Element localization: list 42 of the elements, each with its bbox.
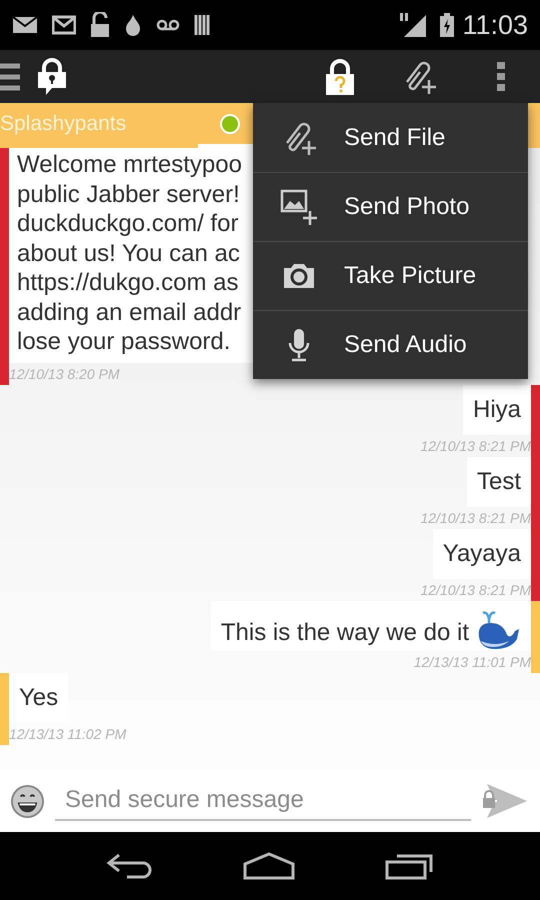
smiley-icon[interactable] xyxy=(10,784,45,818)
barcode-icon xyxy=(194,14,212,36)
charging-battery-icon xyxy=(440,13,454,37)
recent-apps-icon[interactable] xyxy=(385,852,435,880)
message-timestamp: 12/10/13 8:20 PM xyxy=(9,364,120,384)
lock-send-icon[interactable] xyxy=(483,782,527,820)
message-text: Hiya xyxy=(472,394,521,424)
menu-item[interactable]: Take Picture xyxy=(253,241,528,310)
message-text: Test xyxy=(476,466,521,496)
voicemail-icon xyxy=(156,19,180,31)
message-text: https://dukgo.com as xyxy=(17,268,240,298)
menu-item[interactable]: Send File xyxy=(253,103,528,172)
message-timestamp: 12/10/13 8:21 PM xyxy=(420,436,531,456)
message-timestamp: 12/13/13 11:01 PM xyxy=(414,652,531,672)
message-text: Welcome mrtestypoo xyxy=(17,150,243,180)
unlocked-padlock-icon xyxy=(90,12,110,38)
message-text: Yayaya xyxy=(442,538,521,568)
home-icon[interactable] xyxy=(243,852,295,880)
message-text: about us! You can ac xyxy=(17,238,241,268)
message-timestamp: 12/13/13 11:02 PM xyxy=(9,724,126,744)
menu-icon[interactable] xyxy=(0,62,22,92)
padlock-question-icon[interactable] xyxy=(325,58,355,94)
message-text: public Jabber server! xyxy=(17,180,241,209)
message-text: adding an email addr xyxy=(17,298,242,327)
camera-icon xyxy=(282,262,316,290)
image-plus-icon xyxy=(280,189,318,225)
message-timestamp: 12/10/13 8:21 PM xyxy=(420,508,531,528)
message-text: Yes xyxy=(19,682,58,712)
message-text: duckduckgo.com/ for xyxy=(17,209,240,238)
message-timestamp: 12/10/13 8:21 PM xyxy=(420,580,531,600)
mail-icon xyxy=(52,15,76,35)
message-text: This is the way we do it xyxy=(220,618,469,648)
message-text: lose your password. xyxy=(17,327,232,356)
menu-item[interactable]: Send Audio xyxy=(253,310,528,379)
menu-item[interactable]: Send Photo xyxy=(253,172,528,241)
microphone-icon xyxy=(286,328,310,362)
back-icon[interactable] xyxy=(105,853,153,879)
mail-icon xyxy=(12,15,38,35)
overflow-menu-icon[interactable] xyxy=(497,62,505,92)
clock-time: 11:03 xyxy=(462,8,528,42)
signal-icon xyxy=(400,13,426,37)
lock-speech-bubble-icon[interactable] xyxy=(36,58,68,96)
